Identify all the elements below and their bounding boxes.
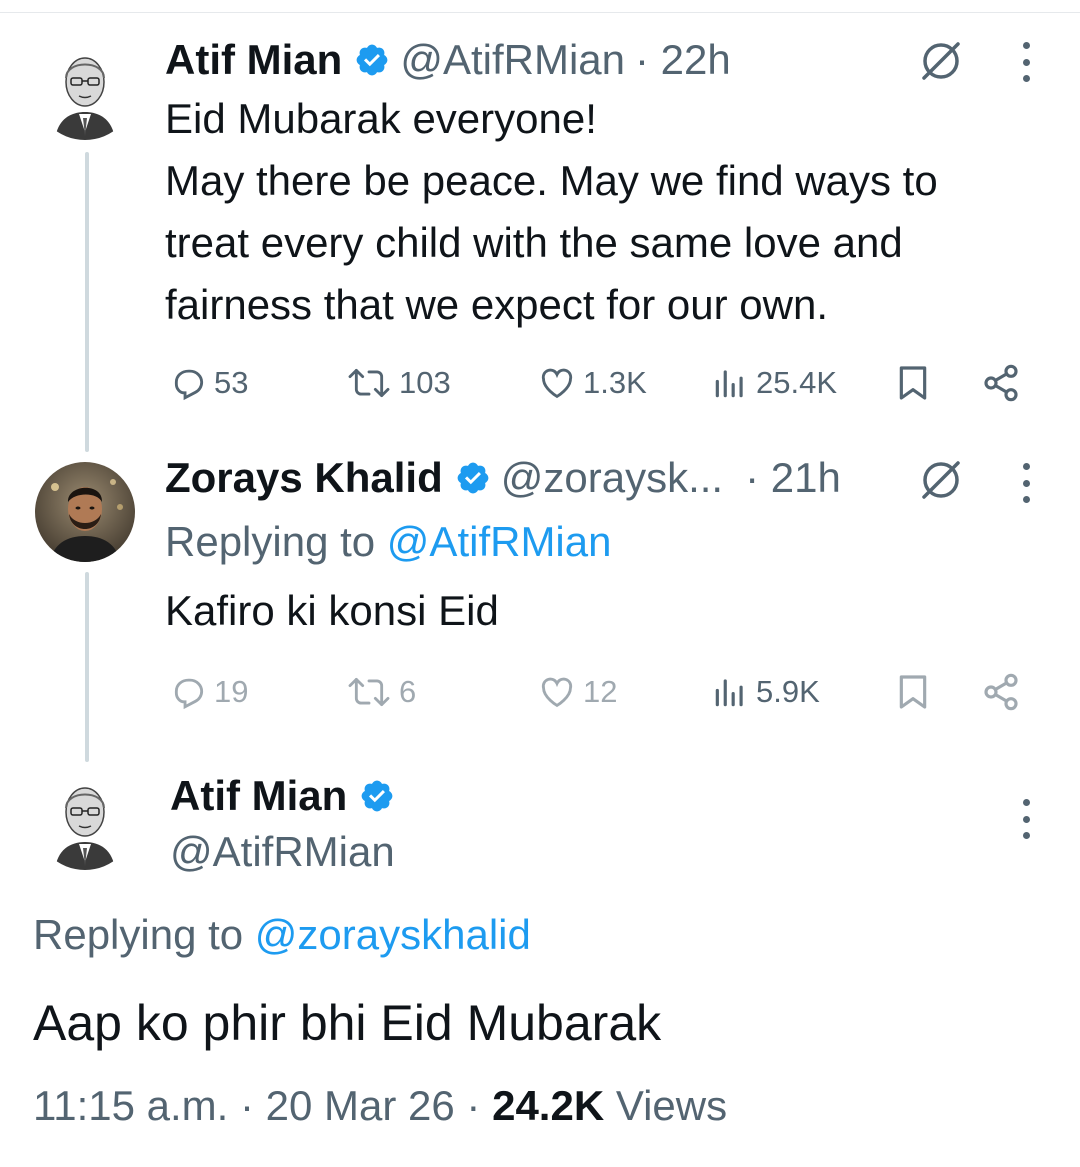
share-button[interactable] — [981, 358, 1027, 408]
reply-button[interactable]: 53 — [170, 358, 248, 408]
tweet-actions: 19 6 12 5.9K — [165, 667, 1035, 717]
tweet-header: Zorays Khalid @zoraysk... · 21h — [165, 452, 841, 504]
views-count: 5.9K — [756, 674, 820, 709]
replying-to: Replying to @zorayskhalid — [33, 905, 531, 965]
like-button[interactable]: 12 — [537, 667, 617, 717]
tweet-text: Eid Mubarak everyone! May there be peace… — [165, 88, 1065, 336]
tweet-text-line: May there be peace. May we find ways to — [165, 157, 938, 204]
repost-icon — [348, 368, 390, 398]
views-count: 25.4K — [756, 365, 838, 400]
views-icon — [715, 679, 743, 707]
views-button[interactable]: 25.4K — [710, 358, 837, 408]
tweet-text: Aap ko phir bhi Eid Mubarak — [33, 995, 662, 1051]
avatar[interactable] — [35, 770, 135, 870]
reply-icon — [174, 369, 204, 401]
repost-icon — [348, 677, 390, 707]
thread-connector — [85, 152, 89, 452]
reply-count: 53 — [214, 365, 249, 400]
like-button[interactable]: 1.3K — [537, 358, 647, 408]
like-count: 12 — [583, 674, 618, 709]
avatar[interactable] — [35, 40, 135, 140]
reply-count: 19 — [214, 674, 249, 709]
avatar[interactable] — [35, 462, 135, 562]
tweet-text-line: fairness that we expect for our own. — [165, 281, 828, 328]
replying-to-prefix: Replying to — [33, 911, 244, 958]
bookmark-button[interactable] — [893, 667, 939, 717]
verified-badge-icon — [359, 778, 395, 814]
author-name[interactable]: Atif Mian — [165, 36, 342, 84]
tweet-text: Kafiro ki konsi Eid — [165, 587, 499, 634]
tweet-actions: 53 103 1.3K 25.4K — [165, 358, 1035, 408]
reply-icon — [174, 678, 204, 710]
share-button[interactable] — [981, 667, 1027, 717]
author-handle[interactable]: @zoraysk... — [501, 454, 723, 502]
more-icon[interactable] — [1021, 799, 1031, 839]
replying-to-prefix: Replying to — [165, 518, 376, 565]
repost-button[interactable]: 6 — [345, 667, 416, 717]
tweet-footer-meta: 11:15 a.m. · 20 Mar 26 · 24.2K Views — [33, 1082, 727, 1130]
author-name[interactable]: Atif Mian — [170, 772, 347, 820]
bookmark-icon — [899, 366, 927, 400]
verified-badge-icon — [455, 460, 491, 496]
reply-button[interactable]: 19 — [170, 667, 248, 717]
top-divider — [0, 12, 1080, 13]
tweet-header: Atif Mian @AtifRMian · 22h — [165, 34, 731, 86]
replying-to: Replying to @AtifRMian — [165, 512, 611, 572]
tweet-text-line: treat every child with the same love and — [165, 219, 903, 266]
grok-icon[interactable] — [918, 38, 964, 84]
repost-button[interactable]: 103 — [345, 358, 451, 408]
thread-connector — [85, 572, 89, 762]
more-icon[interactable] — [1021, 463, 1031, 503]
verified-badge-icon — [354, 42, 390, 78]
grok-icon[interactable] — [918, 457, 964, 503]
replying-to-link[interactable]: @zorayskhalid — [255, 911, 531, 958]
bookmark-icon — [899, 675, 927, 709]
views-icon — [715, 370, 743, 398]
tweet-timestamp[interactable]: 11:15 a.m. · 20 Mar 26 · — [33, 1082, 480, 1129]
heart-icon — [541, 677, 573, 708]
heart-icon — [541, 368, 573, 399]
views-count: 24.2K — [492, 1082, 605, 1129]
author-name[interactable]: Zorays Khalid — [165, 454, 443, 502]
author-handle[interactable]: @AtifRMian — [400, 36, 625, 84]
repost-count: 6 — [399, 674, 417, 709]
tweet-header: Atif Mian — [170, 770, 405, 822]
bookmark-button[interactable] — [893, 358, 939, 408]
more-icon[interactable] — [1021, 42, 1031, 82]
replying-to-link[interactable]: @AtifRMian — [387, 518, 612, 565]
tweet-time[interactable]: · 21h — [745, 454, 841, 502]
views-label: Views — [615, 1082, 728, 1129]
tweet-time[interactable]: · 22h — [635, 36, 731, 84]
share-icon — [984, 364, 1018, 402]
views-button[interactable]: 5.9K — [710, 667, 820, 717]
repost-count: 103 — [399, 365, 451, 400]
share-icon — [984, 673, 1018, 711]
like-count: 1.3K — [583, 365, 647, 400]
author-handle[interactable]: @AtifRMian — [170, 828, 395, 876]
tweet-text-line: Eid Mubarak everyone! — [165, 95, 597, 142]
